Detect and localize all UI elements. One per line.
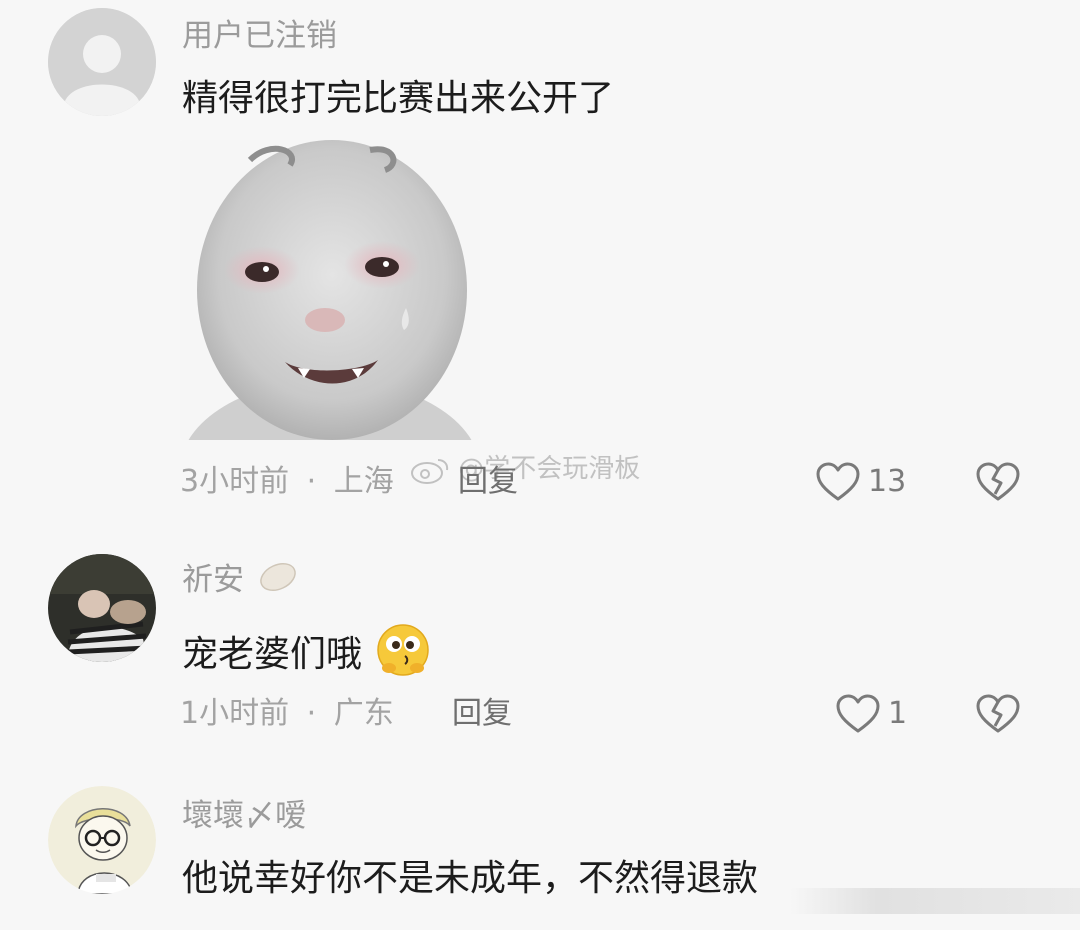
broken-heart-icon xyxy=(976,462,1020,501)
username[interactable]: 壞壞〆嗳 xyxy=(182,796,306,836)
comment-time: 3小时前 xyxy=(180,464,290,499)
meta-separator: · xyxy=(306,464,317,499)
username[interactable]: 用户已注销 xyxy=(182,16,337,56)
meta-separator: · xyxy=(306,696,317,731)
comment-location: 广东 xyxy=(333,696,394,731)
username-text: 祈安 xyxy=(182,562,244,598)
dislike-button[interactable] xyxy=(974,690,1022,738)
username[interactable]: 祈安 xyxy=(182,560,298,603)
heart-outline-icon xyxy=(836,694,880,733)
reply-button[interactable]: 回复 xyxy=(452,694,512,734)
peanut-badge-icon xyxy=(258,561,298,603)
comment-text-content: 宠老婆们哦 xyxy=(182,634,363,675)
shy-face-emoji-icon xyxy=(375,622,431,690)
reply-button[interactable]: 回复 xyxy=(458,462,518,502)
default-user-icon xyxy=(48,8,156,116)
heart-outline-icon xyxy=(816,462,860,501)
like-button[interactable]: 13 xyxy=(814,458,906,506)
comment-location: 上海 xyxy=(333,464,394,499)
avatar-photo-image xyxy=(48,554,156,662)
bottom-watermark-band xyxy=(790,888,1080,914)
baby-face-image xyxy=(180,140,480,440)
avatar-cartoon-image xyxy=(48,786,156,894)
like-button[interactable]: 1 xyxy=(834,690,907,738)
comment-text: 精得很打完比赛出来公开了 xyxy=(182,78,615,119)
like-count: 1 xyxy=(888,696,908,731)
broken-heart-icon xyxy=(976,694,1020,733)
avatar-default[interactable] xyxy=(48,8,156,116)
comment-image-baby-meme[interactable] xyxy=(180,140,480,440)
comment-text: 他说幸好你不是未成年，不然得退款 xyxy=(182,858,759,899)
weibo-logo-icon xyxy=(410,456,450,484)
dislike-button[interactable] xyxy=(974,458,1022,506)
avatar-drawing[interactable] xyxy=(48,786,156,894)
avatar-photo[interactable] xyxy=(48,554,156,662)
comment-meta: 1小时前 · 广东 xyxy=(180,694,394,734)
like-count: 13 xyxy=(868,464,907,499)
comment-text: 宠老婆们哦 xyxy=(182,622,431,690)
comment-meta: 3小时前 · 上海 xyxy=(180,462,394,502)
comment-time: 1小时前 xyxy=(180,696,290,731)
watermark: @学不会玩滑板 xyxy=(410,448,640,485)
